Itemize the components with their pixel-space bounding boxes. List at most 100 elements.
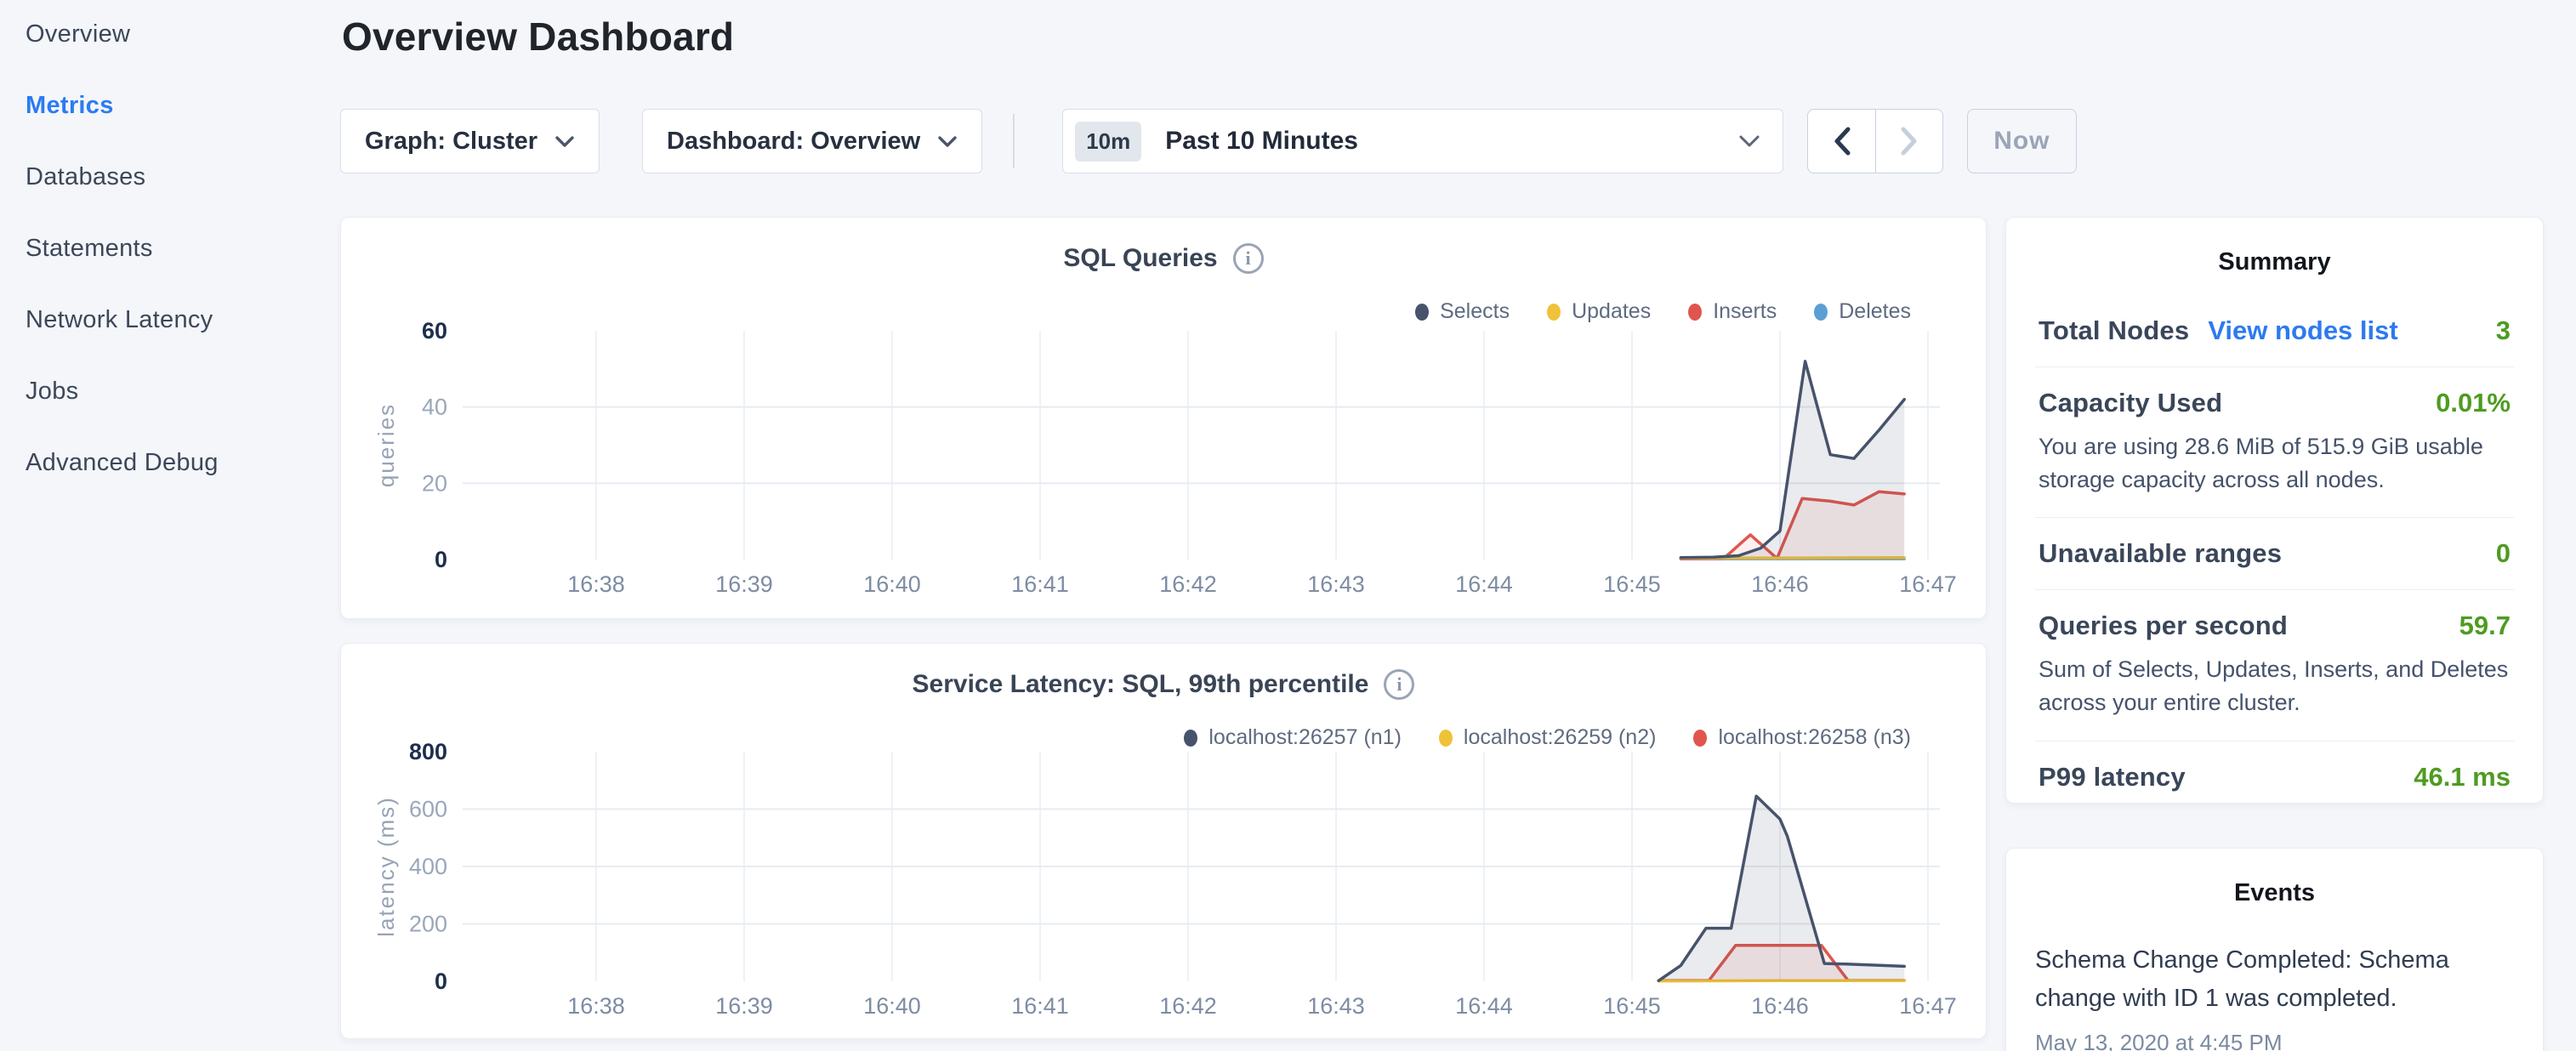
svg-text:600: 600 xyxy=(409,797,447,822)
summary-row-subtext: Sum of Selects, Updates, Inserts, and De… xyxy=(2039,653,2511,719)
right-column: Summary Total Nodes View nodes list 3 Ca… xyxy=(2005,217,2544,1051)
sidebar: Overview Metrics Databases Statements Ne… xyxy=(0,0,340,520)
main-content: Overview Dashboard Graph: Cluster Dashbo… xyxy=(340,0,2576,1051)
sql-queries-chart-card: SQL Queries i Selects Updates Inserts De… xyxy=(340,217,1987,619)
now-button[interactable]: Now xyxy=(1967,109,2076,173)
svg-text:0: 0 xyxy=(435,969,447,994)
svg-text:16:42: 16:42 xyxy=(1159,993,1217,1019)
legend-item-inserts: Inserts xyxy=(1688,299,1777,324)
svg-text:0: 0 xyxy=(435,547,447,572)
charts-column: SQL Queries i Selects Updates Inserts De… xyxy=(340,217,1987,1039)
sidebar-nav: Overview Metrics Databases Statements Ne… xyxy=(26,20,340,477)
summary-row-value: 3 xyxy=(2496,315,2511,346)
summary-row-value: 0.01% xyxy=(2436,388,2511,418)
legend-dot xyxy=(1688,304,1702,321)
sidebar-item-jobs[interactable]: Jobs xyxy=(26,378,340,406)
event-item-text: Schema Change Completed: Schema change w… xyxy=(2035,941,2514,1018)
chart-title-row: Service Latency: SQL, 99th percentile i xyxy=(341,669,1986,700)
view-nodes-list-link[interactable]: View nodes list xyxy=(2208,315,2397,346)
dashboard-content: SQL Queries i Selects Updates Inserts De… xyxy=(340,217,2576,1051)
events-title: Events xyxy=(2035,879,2514,907)
legend-dot xyxy=(1693,730,1707,747)
legend-item-updates: Updates xyxy=(1547,299,1651,324)
page-title: Overview Dashboard xyxy=(342,14,2576,60)
summary-row-label: P99 latency xyxy=(2039,762,2186,793)
legend-dot xyxy=(1547,304,1561,321)
graph-dropdown-label: Graph: Cluster xyxy=(365,128,537,156)
legend-item-deletes: Deletes xyxy=(1814,299,1911,324)
sidebar-item-overview[interactable]: Overview xyxy=(26,20,340,48)
event-item-timestamp: May 13, 2020 at 4:45 PM xyxy=(2035,1030,2514,1051)
svg-text:16:46: 16:46 xyxy=(1751,993,1809,1019)
sidebar-item-metrics[interactable]: Metrics xyxy=(26,92,340,120)
toolbar-divider xyxy=(1013,114,1015,168)
summary-row-value: 59.7 xyxy=(2459,611,2511,641)
sidebar-item-statements[interactable]: Statements xyxy=(26,235,340,263)
summary-row-label: Queries per second xyxy=(2039,611,2288,641)
legend-dot xyxy=(1415,304,1429,321)
summary-row-capacity-used: Capacity Used 0.01% You are using 28.6 M… xyxy=(2035,366,2514,517)
graph-dropdown[interactable]: Graph: Cluster xyxy=(340,109,600,173)
svg-text:16:39: 16:39 xyxy=(715,993,773,1019)
sql-queries-plot[interactable]: 020406016:3816:3916:4016:4116:4216:4316:… xyxy=(341,218,1987,620)
summary-row-unavailable-ranges: Unavailable ranges 0 xyxy=(2035,517,2514,589)
service-latency-plot[interactable]: 020040060080016:3816:3916:4016:4116:4216… xyxy=(341,644,1987,1040)
summary-row-label: Total Nodes xyxy=(2039,315,2189,346)
time-pager xyxy=(1807,109,1943,173)
time-range-selector[interactable]: 10m Past 10 Minutes xyxy=(1062,109,1783,173)
chevron-right-icon xyxy=(1899,126,1919,156)
legend-label: Inserts xyxy=(1713,299,1777,324)
summary-row-label: Unavailable ranges xyxy=(2039,538,2282,569)
time-range-badge: 10m xyxy=(1075,122,1141,162)
svg-text:16:40: 16:40 xyxy=(863,993,921,1019)
time-back-button[interactable] xyxy=(1808,110,1875,173)
legend-item-n3: localhost:26258 (n3) xyxy=(1693,725,1911,750)
service-latency-chart-card: Service Latency: SQL, 99th percentile i … xyxy=(340,643,1987,1039)
summary-row-p99-latency: P99 latency 46.1 ms xyxy=(2035,741,2514,804)
svg-text:16:41: 16:41 xyxy=(1011,571,1069,597)
summary-panel: Summary Total Nodes View nodes list 3 Ca… xyxy=(2005,217,2544,804)
chevron-down-icon xyxy=(1738,134,1760,148)
legend-label: localhost:26257 (n1) xyxy=(1208,725,1402,750)
legend-dot xyxy=(1439,730,1453,747)
toolbar: Graph: Cluster Dashboard: Overview 10m P… xyxy=(340,109,2576,173)
summary-row-label: Capacity Used xyxy=(2039,388,2222,418)
svg-text:16:41: 16:41 xyxy=(1011,993,1069,1019)
svg-text:20: 20 xyxy=(422,470,447,496)
svg-text:400: 400 xyxy=(409,854,447,879)
sidebar-item-network-latency[interactable]: Network Latency xyxy=(26,306,340,334)
chevron-down-icon xyxy=(554,135,575,148)
dashboard-dropdown[interactable]: Dashboard: Overview xyxy=(642,109,982,173)
info-icon[interactable]: i xyxy=(1233,243,1264,274)
summary-row-value: 46.1 ms xyxy=(2414,762,2511,793)
time-forward-button[interactable] xyxy=(1875,110,1942,173)
chart-legend: Selects Updates Inserts Deletes xyxy=(1415,299,1911,324)
summary-title: Summary xyxy=(2035,248,2514,276)
svg-text:16:46: 16:46 xyxy=(1751,571,1809,597)
time-range-label: Past 10 Minutes xyxy=(1165,127,1358,156)
svg-text:16:45: 16:45 xyxy=(1603,571,1661,597)
legend-label: localhost:26258 (n3) xyxy=(1718,725,1911,750)
svg-text:16:43: 16:43 xyxy=(1307,571,1365,597)
sidebar-item-advanced-debug[interactable]: Advanced Debug xyxy=(26,449,340,477)
legend-dot xyxy=(1814,304,1828,321)
svg-text:16:45: 16:45 xyxy=(1603,993,1661,1019)
legend-label: Selects xyxy=(1440,299,1510,324)
legend-label: localhost:26259 (n2) xyxy=(1464,725,1657,750)
svg-text:16:40: 16:40 xyxy=(863,571,921,597)
sidebar-item-databases[interactable]: Databases xyxy=(26,163,340,191)
summary-row-value: 0 xyxy=(2496,538,2511,569)
legend-item-n2: localhost:26259 (n2) xyxy=(1439,725,1657,750)
legend-label: Deletes xyxy=(1839,299,1911,324)
chevron-left-icon xyxy=(1832,126,1852,156)
chart-title-row: SQL Queries i xyxy=(341,243,1986,274)
svg-text:16:43: 16:43 xyxy=(1307,993,1365,1019)
svg-text:40: 40 xyxy=(422,395,447,420)
chart-title: Service Latency: SQL, 99th percentile xyxy=(913,670,1369,699)
svg-text:16:42: 16:42 xyxy=(1159,571,1217,597)
chevron-down-icon xyxy=(937,135,958,148)
summary-row-queries-per-second: Queries per second 59.7 Sum of Selects, … xyxy=(2035,589,2514,740)
info-icon[interactable]: i xyxy=(1384,669,1414,700)
legend-dot xyxy=(1184,730,1197,747)
svg-text:16:38: 16:38 xyxy=(567,993,625,1019)
